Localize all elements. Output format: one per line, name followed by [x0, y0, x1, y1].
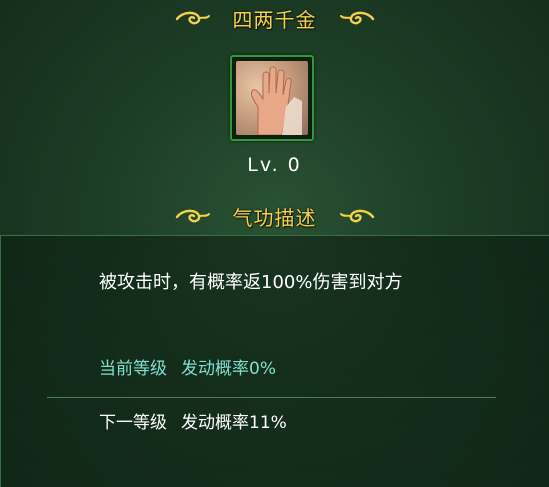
next-level-label: 下一等级: [99, 413, 167, 433]
divider: [47, 397, 496, 398]
skill-icon-frame[interactable]: [230, 55, 314, 141]
right-swirl-ornament-icon: [339, 11, 374, 25]
open-palm-icon: [236, 61, 308, 135]
current-level-effect: 发动概率0%: [181, 359, 276, 379]
next-level-row: 下一等级 发动概率11%: [99, 408, 287, 433]
next-level-effect: 发动概率11%: [181, 413, 287, 433]
current-level-row: 当前等级 发动概率0%: [99, 354, 276, 379]
description-header: 气功描述: [0, 199, 549, 233]
description-title: 气功描述: [232, 205, 317, 230]
current-level-label: 当前等级: [99, 359, 167, 379]
description-box: 被攻击时，有概率返100%伤害到对方 当前等级 发动概率0% 下一等级 发动概率11…: [0, 235, 549, 487]
skill-description: 被攻击时，有概率返100%伤害到对方: [99, 272, 403, 293]
left-swirl-ornament-icon: [175, 11, 210, 25]
right-swirl-ornament-icon: [339, 209, 374, 223]
skill-level: Lv. 0: [247, 154, 302, 176]
skill-panel: 四两千金 Lv. 0 气功描述: [0, 0, 549, 235]
skill-name-header: 四两千金: [0, 1, 549, 35]
left-swirl-ornament-icon: [175, 209, 210, 223]
skill-name-title: 四两千金: [232, 7, 317, 32]
